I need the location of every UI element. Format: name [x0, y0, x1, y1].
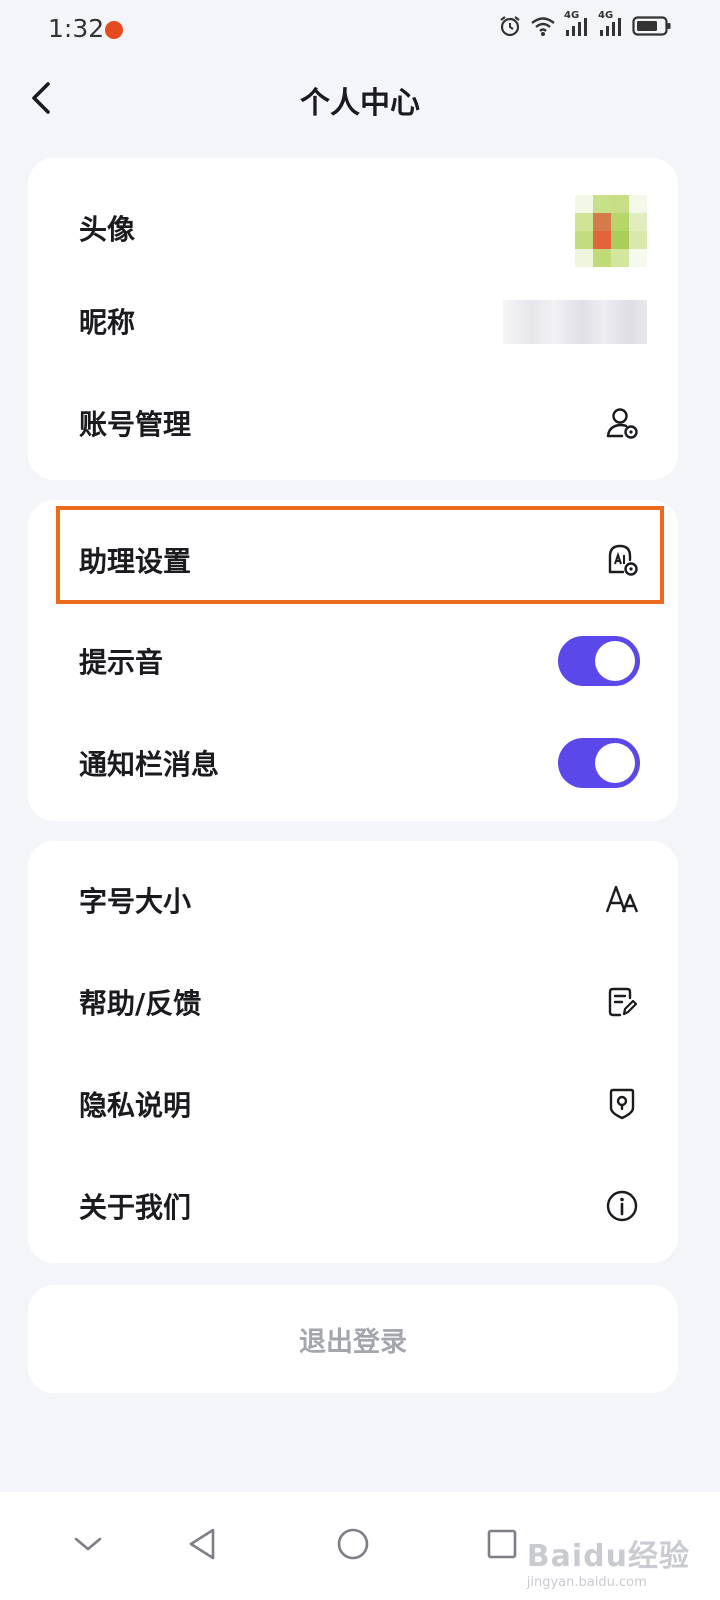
info-icon: [604, 1188, 640, 1224]
about-label: 关于我们: [79, 1191, 192, 1224]
triangle-back-icon: [189, 1528, 215, 1560]
status-icons: 4G 4G: [498, 10, 672, 38]
square-recents-icon: [487, 1529, 517, 1559]
avatar[interactable]: [575, 195, 647, 267]
chevron-down-icon: [74, 1537, 102, 1551]
nav-recents-button[interactable]: [472, 1514, 532, 1574]
nickname-row[interactable]: 昵称: [28, 270, 678, 372]
baidu-watermark: Baidu经验 jingyan.baidu.com: [527, 1531, 690, 1590]
account-manage-label: 账号管理: [79, 408, 192, 441]
signal-2: 4G: [598, 10, 624, 38]
help-feedback-row[interactable]: 帮助/反馈: [28, 951, 678, 1053]
account-manage-row[interactable]: 账号管理: [28, 372, 678, 474]
toggle-knob: [595, 743, 635, 783]
about-row[interactable]: 关于我们: [28, 1155, 678, 1257]
user-settings-icon: [604, 405, 640, 441]
signal-1: 4G: [564, 10, 590, 38]
privacy-row[interactable]: 隐私说明: [28, 1053, 678, 1155]
notification-app-icon: [105, 21, 123, 39]
sound-label: 提示音: [79, 646, 164, 679]
status-time: 1:32: [48, 14, 105, 43]
font-size-label: 字号大小: [79, 885, 192, 918]
network-type-label: 4G: [598, 10, 614, 21]
notification-row: 通知栏消息: [28, 712, 678, 814]
alarm-icon: [500, 16, 520, 37]
toggle-knob: [595, 641, 635, 681]
font-size-icon: [604, 882, 640, 918]
system-nav-bar: Baidu经验 jingyan.baidu.com: [0, 1492, 720, 1600]
notification-toggle[interactable]: [558, 738, 640, 788]
notification-label: 通知栏消息: [79, 748, 220, 781]
nav-back-button[interactable]: [172, 1514, 232, 1574]
nickname-value: [503, 300, 647, 344]
general-card: 字号大小 帮助/反馈 隐私说明 关于我们: [28, 841, 678, 1263]
logout-label: 退出登录: [299, 1326, 407, 1358]
header: 个人中心: [0, 62, 720, 140]
battery-icon: [632, 16, 671, 36]
network-type-label: 4G: [564, 10, 580, 21]
font-size-row[interactable]: 字号大小: [28, 849, 678, 951]
page-title: 个人中心: [300, 86, 420, 121]
circle-home-icon: [337, 1528, 369, 1560]
highlight-box: [56, 506, 664, 604]
account-card: 头像 昵称 账号管理: [28, 158, 678, 480]
nav-home-button[interactable]: [323, 1514, 383, 1574]
avatar-label: 头像: [79, 213, 136, 246]
status-bar: 1:32 4G 4G: [0, 0, 720, 62]
watermark-sub: jingyan.baidu.com: [526, 1575, 647, 1590]
help-feedback-label: 帮助/反馈: [79, 987, 202, 1020]
wifi-icon: [531, 17, 555, 36]
logout-button[interactable]: 退出登录: [28, 1285, 678, 1393]
nav-collapse-button[interactable]: [58, 1514, 118, 1574]
feedback-icon: [604, 984, 640, 1020]
privacy-label: 隐私说明: [79, 1089, 192, 1122]
sound-toggle[interactable]: [558, 636, 640, 686]
sound-row: 提示音: [28, 610, 678, 712]
watermark-main: Baidu经验: [526, 1539, 690, 1574]
shield-icon: [604, 1086, 640, 1122]
nickname-label: 昵称: [79, 306, 136, 339]
